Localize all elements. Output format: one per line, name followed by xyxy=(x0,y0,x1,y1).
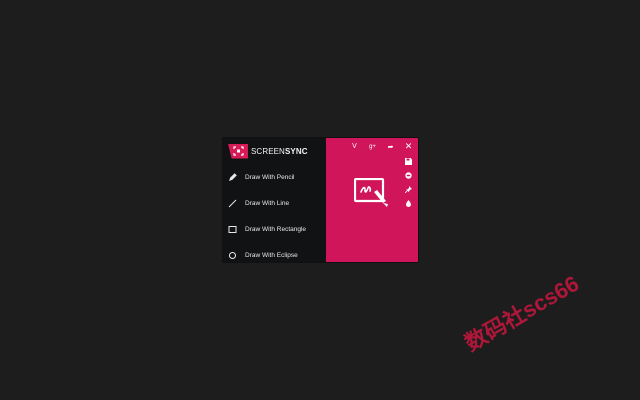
screensync-panel: SCREENSYNC Draw With Pencil Draw With Li… xyxy=(223,138,418,262)
tool-pencil-label: Draw With Pencil xyxy=(245,173,295,181)
tool-rectangle[interactable]: Draw With Rectangle xyxy=(223,216,326,242)
ellipse-icon xyxy=(228,251,237,260)
tool-ellipse-label: Draw With Eclipse xyxy=(245,251,298,259)
tool-list: Draw With Pencil Draw With Line Draw Wit… xyxy=(223,164,326,268)
tool-pencil[interactable]: Draw With Pencil xyxy=(223,164,326,190)
share-icon[interactable]: ➦ xyxy=(386,142,395,151)
print-icon[interactable] xyxy=(404,171,413,180)
rectangle-icon xyxy=(228,225,237,234)
pin-icon[interactable] xyxy=(404,185,413,194)
side-toolbar xyxy=(404,157,413,208)
tool-ellipse[interactable]: Draw With Eclipse xyxy=(223,242,326,268)
top-toolbar: V g+ ➦ ✕ xyxy=(350,141,413,151)
tool-line[interactable]: Draw With Line xyxy=(223,190,326,216)
line-icon xyxy=(228,199,237,208)
chevron-down-icon[interactable]: V xyxy=(350,142,359,151)
pencil-icon xyxy=(228,172,237,182)
close-icon[interactable]: ✕ xyxy=(404,141,413,151)
watermark-text: 数码社scs66 xyxy=(460,270,584,356)
tool-menu: SCREENSYNC Draw With Pencil Draw With Li… xyxy=(223,138,326,262)
tool-rectangle-label: Draw With Rectangle xyxy=(245,225,307,233)
screensync-logo-icon xyxy=(228,143,248,159)
tool-line-label: Draw With Line xyxy=(245,199,290,207)
color-drop-icon[interactable] xyxy=(404,199,413,208)
brand: SCREENSYNC xyxy=(223,138,326,164)
google-plus-icon[interactable]: g+ xyxy=(368,142,377,151)
canvas-area[interactable]: V g+ ➦ ✕ xyxy=(326,138,418,262)
draw-preview-icon xyxy=(353,177,390,210)
brand-name: SCREENSYNC xyxy=(251,146,308,156)
save-icon[interactable] xyxy=(404,157,413,166)
